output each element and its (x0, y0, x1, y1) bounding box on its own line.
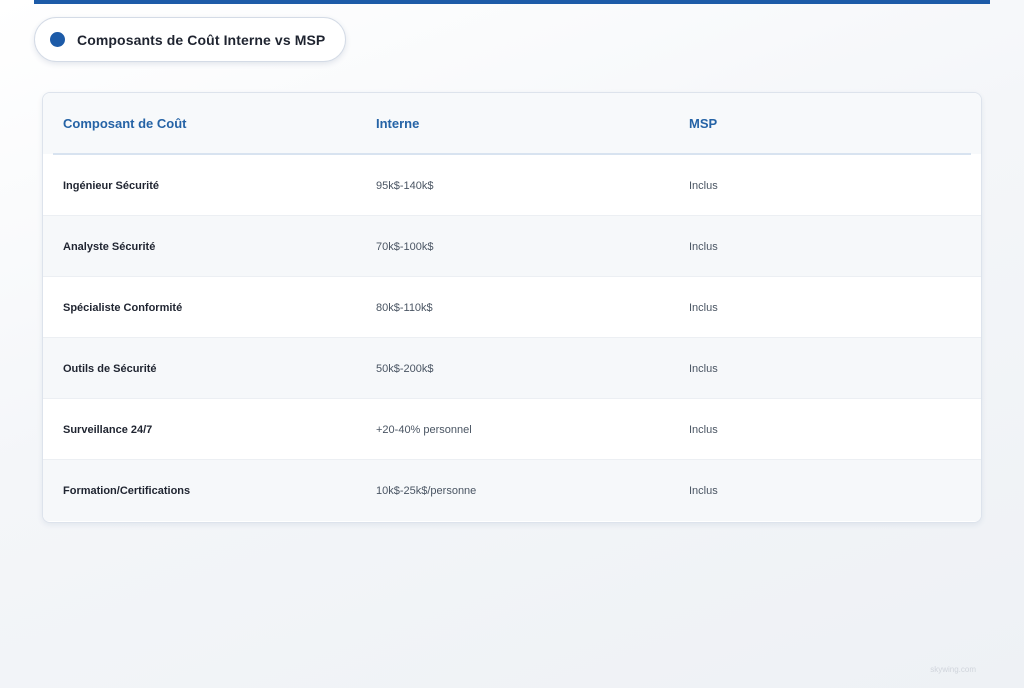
table-row: Ingénieur Sécurité 95k$-140k$ Inclus (43, 155, 981, 216)
table-row: Formation/Certifications 10k$-25k$/perso… (43, 460, 981, 521)
watermark: skywing.com (930, 665, 976, 674)
cell-msp: Inclus (689, 180, 718, 192)
section-title: Composants de Coût Interne vs MSP (77, 31, 326, 48)
column-header-msp: MSP (689, 116, 718, 131)
table-row: Surveillance 24/7 +20-40% personnel Incl… (43, 399, 981, 460)
table-row: Analyste Sécurité 70k$-100k$ Inclus (43, 216, 981, 277)
top-accent-bar (34, 0, 990, 4)
cell-component: Spécialiste Conformité (63, 302, 183, 314)
cell-internal: 70k$-100k$ (376, 241, 434, 253)
cell-internal: 95k$-140k$ (376, 180, 434, 192)
section-title-pill: Composants de Coût Interne vs MSP (34, 17, 346, 62)
cell-component: Analyste Sécurité (63, 241, 156, 253)
bullet-dot-icon (50, 32, 65, 47)
cell-msp: Inclus (689, 241, 718, 253)
cell-component: Surveillance 24/7 (63, 424, 153, 436)
cell-component: Ingénieur Sécurité (63, 180, 159, 192)
table-row: Spécialiste Conformité 80k$-110k$ Inclus (43, 277, 981, 338)
cell-internal: 10k$-25k$/personne (376, 485, 477, 497)
cell-internal: +20-40% personnel (376, 424, 472, 436)
table-row: Outils de Sécurité 50k$-200k$ Inclus (43, 338, 981, 399)
cell-internal: 80k$-110k$ (376, 302, 433, 314)
table-header: Composant de Coût Interne MSP (43, 93, 981, 154)
cell-internal: 50k$-200k$ (376, 363, 434, 375)
column-header-internal: Interne (376, 116, 420, 131)
cell-component: Formation/Certifications (63, 485, 191, 497)
cell-msp: Inclus (689, 485, 718, 497)
cell-component: Outils de Sécurité (63, 363, 157, 375)
column-header-component: Composant de Coût (63, 116, 187, 131)
cost-comparison-table: Composant de Coût Interne MSP Ingénieur … (42, 92, 982, 523)
cell-msp: Inclus (689, 424, 718, 436)
cell-msp: Inclus (689, 363, 718, 375)
cell-msp: Inclus (689, 302, 718, 314)
